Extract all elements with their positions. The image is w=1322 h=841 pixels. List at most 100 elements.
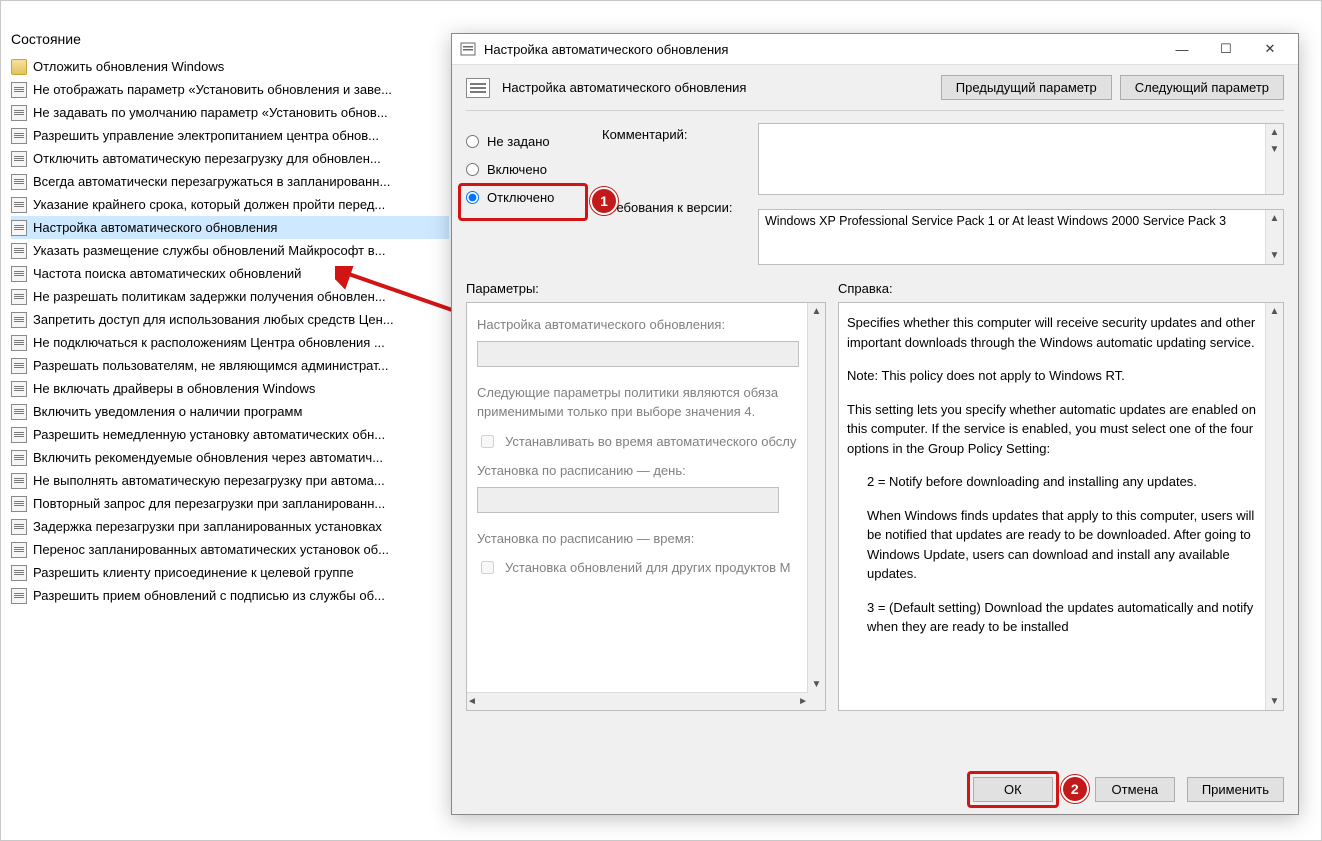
option-configure-combo[interactable]: [477, 341, 799, 367]
policy-list-item[interactable]: Не включать драйверы в обновления Window…: [11, 377, 449, 400]
policy-item-label: Не включать драйверы в обновления Window…: [33, 381, 449, 396]
options-vscrollbar[interactable]: ▲▼: [807, 303, 825, 693]
policy-list-item[interactable]: Не отображать параметр «Установить обнов…: [11, 78, 449, 101]
policy-list-item[interactable]: Разрешить управление электропитанием цен…: [11, 124, 449, 147]
policy-item-label: Разрешить управление электропитанием цен…: [33, 128, 449, 143]
policy-list-item[interactable]: Включить уведомления о наличии программ: [11, 400, 449, 423]
option-note-line2: применимыми только при выборе значения 4…: [477, 404, 755, 419]
policy-list-item[interactable]: Отложить обновления Windows: [11, 55, 449, 78]
policy-list-item[interactable]: Отключить автоматическую перезагрузку дл…: [11, 147, 449, 170]
help-paragraph: 2 = Notify before downloading and instal…: [847, 472, 1258, 492]
policy-list-item[interactable]: Не выполнять автоматическую перезагрузку…: [11, 469, 449, 492]
cancel-button[interactable]: Отмена: [1095, 777, 1175, 802]
help-paragraph: Note: This policy does not apply to Wind…: [847, 366, 1258, 386]
lower-panes: Параметры: Настройка автоматического обн…: [452, 273, 1298, 711]
policy-list-item[interactable]: Перенос запланированных автоматических у…: [11, 538, 449, 561]
option-time-label: Установка по расписанию — время:: [477, 529, 798, 549]
help-paragraph: When Windows finds updates that apply to…: [847, 506, 1258, 584]
policy-setting-icon: [11, 358, 27, 374]
policy-list-item[interactable]: Разрешить клиенту присоединение к целево…: [11, 561, 449, 584]
help-vscrollbar[interactable]: ▲▼: [1265, 303, 1283, 710]
policy-list-item[interactable]: Всегда автоматически перезагружаться в з…: [11, 170, 449, 193]
option-note-line1: Следующие параметры политики являются об…: [477, 385, 778, 400]
policy-list-item[interactable]: Разрешить немедленную установку автомати…: [11, 423, 449, 446]
column-header-state[interactable]: Состояние: [11, 31, 449, 47]
dialog-title: Настройка автоматического обновления: [484, 42, 1160, 57]
policy-list-item[interactable]: Не задавать по умолчанию параметр «Устан…: [11, 101, 449, 124]
radio-disabled[interactable]: Отключено: [466, 183, 586, 211]
next-setting-button[interactable]: Следующий параметр: [1120, 75, 1284, 100]
policy-list[interactable]: Отложить обновления Windows Не отображать…: [11, 55, 449, 607]
supported-on-value: Windows XP Professional Service Pack 1 o…: [765, 214, 1226, 228]
radio-enabled[interactable]: Включено: [466, 155, 586, 183]
policy-setting-icon: [11, 151, 27, 167]
radio-not-configured[interactable]: Не задано: [466, 127, 586, 155]
policy-list-item[interactable]: Указать размещение службы обновлений Май…: [11, 239, 449, 262]
policy-setting-icon: [11, 404, 27, 420]
annotation-badge-1: 1: [590, 187, 618, 215]
option-other-products-label: Установка обновлений для других продукто…: [505, 558, 791, 578]
option-other-products-checkbox[interactable]: Установка обновлений для других продукто…: [477, 558, 798, 578]
radio-not-configured-label: Не задано: [487, 134, 550, 149]
config-area: Не задано Включено Отключено 1 Комментар…: [452, 111, 1298, 273]
apply-button[interactable]: Применить: [1187, 777, 1284, 802]
previous-setting-button[interactable]: Предыдущий параметр: [941, 75, 1112, 100]
policy-list-item[interactable]: Частота поиска автоматических обновлений: [11, 262, 449, 285]
options-content: Настройка автоматического обновления: Сл…: [467, 303, 808, 693]
policy-item-label: Указать размещение службы обновлений Май…: [33, 243, 449, 258]
policy-list-item[interactable]: Разрешить прием обновлений с подписью из…: [11, 584, 449, 607]
option-day-combo[interactable]: [477, 487, 779, 513]
policy-setting-icon: [11, 450, 27, 466]
app-window: Состояние Отложить обновления Windows Не …: [0, 0, 1322, 841]
ok-button[interactable]: ОК: [973, 777, 1053, 802]
supported-on-scrollbar[interactable]: ▲▼: [1265, 210, 1283, 264]
policy-list-item[interactable]: Запретить доступ для использования любых…: [11, 308, 449, 331]
policy-setting-icon: [11, 473, 27, 489]
option-day-label: Установка по расписанию — день:: [477, 461, 798, 481]
policy-item-label: Разрешить немедленную установку автомати…: [33, 427, 449, 442]
policy-setting-icon: [11, 128, 27, 144]
option-configure-label: Настройка автоматического обновления:: [477, 315, 798, 335]
help-pane: Specifies whether this computer will rec…: [838, 302, 1284, 711]
options-scroll-corner: [808, 693, 825, 710]
policy-item-label: Не выполнять автоматическую перезагрузку…: [33, 473, 449, 488]
help-pane-title: Справка:: [838, 281, 1284, 296]
policy-item-label: Разрешать пользователям, не являющимся а…: [33, 358, 449, 373]
policy-list-item[interactable]: Настройка автоматического обновления: [11, 216, 449, 239]
close-button[interactable]: ✕: [1248, 35, 1292, 63]
folder-icon: [11, 59, 27, 75]
policy-item-label: Отключить автоматическую перезагрузку дл…: [33, 151, 449, 166]
dialog-header-title: Настройка автоматического обновления: [502, 80, 746, 95]
options-hscrollbar[interactable]: ◄►: [467, 692, 808, 710]
policy-list-item[interactable]: Разрешать пользователям, не являющимся а…: [11, 354, 449, 377]
comment-label: Комментарий:: [602, 127, 742, 142]
policy-list-item[interactable]: Задержка перезагрузки при запланированны…: [11, 515, 449, 538]
policy-setting-icon: [11, 289, 27, 305]
policy-setting-icon: [11, 519, 27, 535]
policy-setting-icon: [11, 381, 27, 397]
policy-list-item[interactable]: Не подключаться к расположениям Центра о…: [11, 331, 449, 354]
policy-item-label: Разрешить прием обновлений с подписью из…: [33, 588, 449, 603]
option-install-maintenance-checkbox[interactable]: Устанавливать во время автоматического о…: [477, 432, 798, 452]
policy-list-item[interactable]: Указание крайнего срока, который должен …: [11, 193, 449, 216]
comment-textarea[interactable]: ▲▼: [758, 123, 1284, 195]
comment-scrollbar[interactable]: ▲▼: [1265, 124, 1283, 194]
policy-item-label: Не отображать параметр «Установить обнов…: [33, 82, 449, 97]
policy-setting-icon: [11, 174, 27, 190]
dialog-header-bar: Настройка автоматического обновления Пре…: [452, 65, 1298, 110]
supported-on-text: Windows XP Professional Service Pack 1 o…: [758, 209, 1284, 265]
policy-list-item[interactable]: Повторный запрос для перезагрузки при за…: [11, 492, 449, 515]
policy-setting-icon: [11, 243, 27, 259]
policy-list-item[interactable]: Включить рекомендуемые обновления через …: [11, 446, 449, 469]
policy-setting-icon: [11, 427, 27, 443]
policy-setting-icon: [11, 105, 27, 121]
policy-list-item[interactable]: Не разрешать политикам задержки получени…: [11, 285, 449, 308]
options-pane: Настройка автоматического обновления: Сл…: [466, 302, 826, 711]
policy-item-label: Частота поиска автоматических обновлений: [33, 266, 449, 281]
maximize-button[interactable]: ☐: [1204, 35, 1248, 63]
minimize-button[interactable]: —: [1160, 35, 1204, 63]
supported-on-label: Требования к версии:: [602, 200, 742, 215]
policy-header-icon: [466, 78, 490, 98]
policy-item-label: Всегда автоматически перезагружаться в з…: [33, 174, 449, 189]
dialog-titlebar[interactable]: Настройка автоматического обновления — ☐…: [452, 34, 1298, 65]
